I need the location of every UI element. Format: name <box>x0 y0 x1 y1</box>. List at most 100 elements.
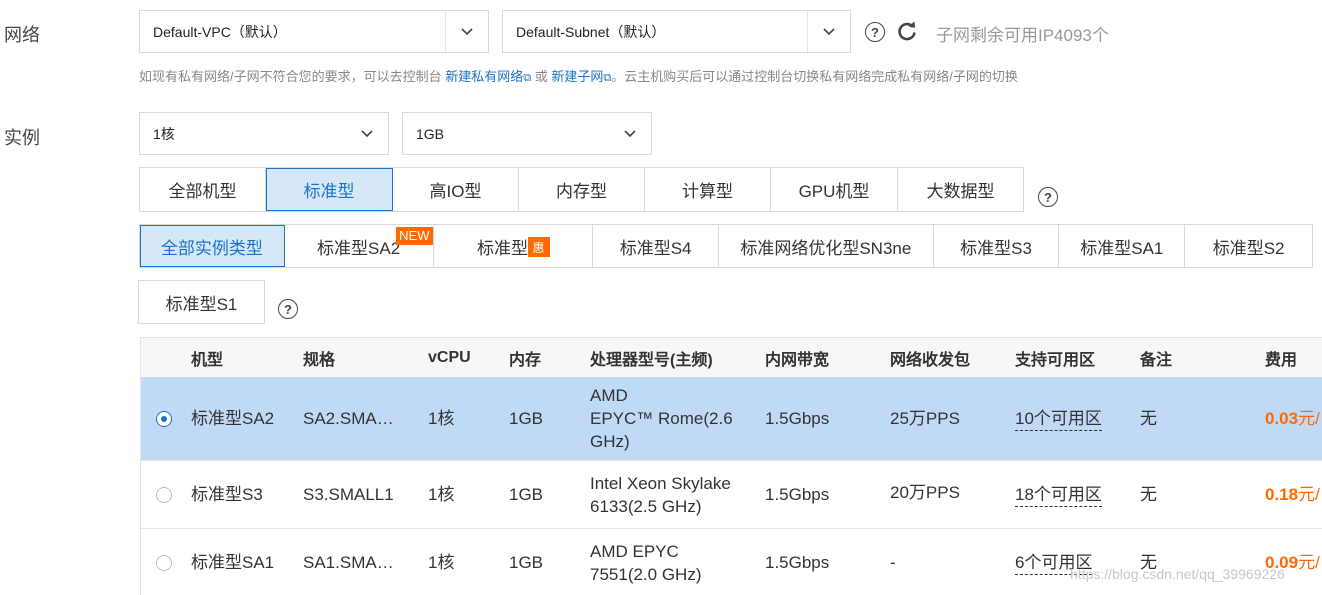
cell-spec: SA1.SMA… <box>303 553 394 572</box>
header-model: 机型 <box>191 352 224 369</box>
price-unit: 元/ <box>1298 553 1320 572</box>
network-hint: 如现有私有网络/子网不符合您的要求，可以去控制台 新建私有网络⧉ 或 新建子网⧉… <box>139 66 1018 85</box>
cpu-select-value: 1核 <box>153 125 175 142</box>
row-radio[interactable] <box>156 554 172 571</box>
network-label: 网络 <box>4 25 40 45</box>
chevron-down-icon[interactable] <box>345 113 388 154</box>
cell-price: 0.18 元/ <box>1265 461 1320 528</box>
cpu-line: Intel Xeon Skylake <box>590 473 731 493</box>
cell-note: 无 <box>1140 485 1157 504</box>
subnet-select[interactable]: Default-Subnet（默认） <box>502 10 851 53</box>
header-note: 备注 <box>1140 352 1173 369</box>
vpc-select[interactable]: Default-VPC（默认） <box>139 10 489 53</box>
watermark: https://blog.csdn.net/qq_39969226 <box>1070 566 1285 582</box>
header-spec: 规格 <box>303 352 336 369</box>
cell-pps: 25万PPS <box>890 409 960 428</box>
help-icon[interactable]: ? <box>1038 187 1058 207</box>
header-bandwidth: 内网带宽 <box>765 352 830 369</box>
hint-text-before: 如现有私有网络/子网不符合您的要求，可以去控制台 <box>139 69 442 84</box>
instance-type-tabs-row2: 标准型S1 <box>138 280 265 324</box>
cell-model: 标准型SA1 <box>191 553 275 572</box>
new-badge: NEW <box>396 227 433 245</box>
help-icon[interactable]: ? <box>865 22 885 42</box>
cell-note: 无 <box>1140 553 1157 572</box>
cpu-select[interactable]: 1核 <box>139 112 389 155</box>
cell-memory: 1GB <box>509 553 544 572</box>
cell-bandwidth: 1.5Gbps <box>765 485 830 504</box>
new-vpc-link[interactable]: 新建私有网络 <box>445 69 523 84</box>
hint-text-after: 。云主机购买后可以通过控制台切换私有网络完成私有网络/子网的切换 <box>611 69 1018 84</box>
instance-type-tabs: 全部实例类型 标准型SA2 NEW 标准型S5 惠 标准型S4 标准网络优化型S… <box>139 224 1313 268</box>
cell-cpu-model: Intel Xeon Skylake 6133(2.5 GHz) <box>590 461 731 528</box>
cell-price: 0.09 元/ <box>1265 529 1320 595</box>
table-row[interactable]: 标准型SA1 SA1.SMA… 1核 1GB AMD EPYC 7551(2.0… <box>140 529 1322 595</box>
discount-badge: 惠 <box>527 237 550 257</box>
header-zones: 支持可用区 <box>1015 352 1096 369</box>
header-cpu-model: 处理器型号(主频) <box>590 352 713 369</box>
row-radio[interactable] <box>156 486 172 503</box>
cell-bandwidth: 1.5Gbps <box>765 409 830 428</box>
cell-model: 标准型SA2 <box>191 409 275 428</box>
category-tabs: 全部机型 标准型 高IO型 内存型 计算型 GPU机型 大数据型 <box>139 167 1024 212</box>
cpu-line: 6133(2.5 GHz) <box>590 496 702 516</box>
table-header: 机型 规格 vCPU 内存 处理器型号(主频) 内网带宽 网络收发包 支持可用区… <box>140 337 1322 377</box>
tab-high-io[interactable]: 高IO型 <box>393 168 519 211</box>
external-link-icon: ⧉ <box>523 72 532 84</box>
memory-select-value: 1GB <box>416 125 445 142</box>
cpu-line: AMD EPYC <box>590 541 679 561</box>
header-memory: 内存 <box>509 352 542 369</box>
tab-s2[interactable]: 标准型S2 <box>1185 225 1312 267</box>
refresh-icon[interactable] <box>896 20 918 42</box>
cell-pps: 20万PPS <box>890 483 960 502</box>
tab-big-data[interactable]: 大数据型 <box>898 168 1023 211</box>
table-row[interactable]: 标准型SA2 SA2.SMA… 1核 1GB AMD EPYC™ Rome(2.… <box>140 377 1322 461</box>
tab-all-models[interactable]: 全部机型 <box>140 168 266 211</box>
tab-s3[interactable]: 标准型S3 <box>934 225 1060 267</box>
cell-cpu-model: AMD EPYC™ Rome(2.6 GHz) <box>590 377 733 460</box>
tab-s1[interactable]: 标准型S1 <box>139 281 264 323</box>
price-unit: 元/ <box>1298 485 1320 504</box>
cpu-line: AMD <box>590 386 628 405</box>
row-radio[interactable] <box>156 410 172 427</box>
cell-bandwidth: 1.5Gbps <box>765 553 830 572</box>
memory-select[interactable]: 1GB <box>402 112 652 155</box>
zones-link[interactable]: 10个可用区 <box>1015 407 1102 431</box>
cell-memory: 1GB <box>509 409 544 428</box>
tab-sa2-label: 标准型SA2 <box>317 238 401 258</box>
tab-sa2[interactable]: 标准型SA2 NEW <box>285 225 434 267</box>
tab-compute[interactable]: 计算型 <box>645 168 771 211</box>
cell-vcpu: 1核 <box>428 409 455 428</box>
cpu-line: 7551(2.0 GHz) <box>590 564 702 584</box>
remaining-ip-text: 子网剩余可用IP4093个 <box>936 26 1109 45</box>
zones-link[interactable]: 18个可用区 <box>1015 483 1102 507</box>
tab-standard[interactable]: 标准型 <box>266 168 393 211</box>
cell-spec: SA2.SMA… <box>303 409 394 428</box>
tab-sa1[interactable]: 标准型SA1 <box>1059 225 1186 267</box>
cpu-line: EPYC™ Rome(2.6 <box>590 409 733 428</box>
tab-gpu[interactable]: GPU机型 <box>771 168 898 211</box>
tab-all-instance-types[interactable]: 全部实例类型 <box>140 225 285 267</box>
cell-model: 标准型S3 <box>191 485 263 504</box>
header-price: 费用 <box>1265 352 1298 369</box>
cell-spec: S3.SMALL1 <box>303 485 394 504</box>
tab-s4[interactable]: 标准型S4 <box>593 225 720 267</box>
cell-vcpu: 1核 <box>428 553 455 572</box>
price-unit: 元/ <box>1298 409 1320 428</box>
header-vcpu: vCPU <box>428 349 471 366</box>
vpc-select-value: Default-VPC（默认） <box>153 23 287 40</box>
table-row[interactable]: 标准型S3 S3.SMALL1 1核 1GB Intel Xeon Skylak… <box>140 461 1322 529</box>
tab-memory[interactable]: 内存型 <box>519 168 645 211</box>
hint-text-or: 或 <box>534 69 548 84</box>
cell-vcpu: 1核 <box>428 485 455 504</box>
chevron-down-icon[interactable] <box>445 11 488 52</box>
tab-sn3ne[interactable]: 标准网络优化型SN3ne <box>719 225 934 267</box>
chevron-down-icon[interactable] <box>608 113 651 154</box>
cell-price: 0.03 元/ <box>1265 377 1320 460</box>
new-subnet-link[interactable]: 新建子网 <box>551 69 603 84</box>
help-icon[interactable]: ? <box>278 299 298 319</box>
subnet-select-value: Default-Subnet（默认） <box>516 23 666 40</box>
chevron-down-icon[interactable] <box>807 11 850 52</box>
tab-s5[interactable]: 标准型S5 惠 <box>434 225 594 267</box>
cell-cpu-model: AMD EPYC 7551(2.0 GHz) <box>590 529 702 595</box>
price-value: 0.18 <box>1265 485 1299 504</box>
